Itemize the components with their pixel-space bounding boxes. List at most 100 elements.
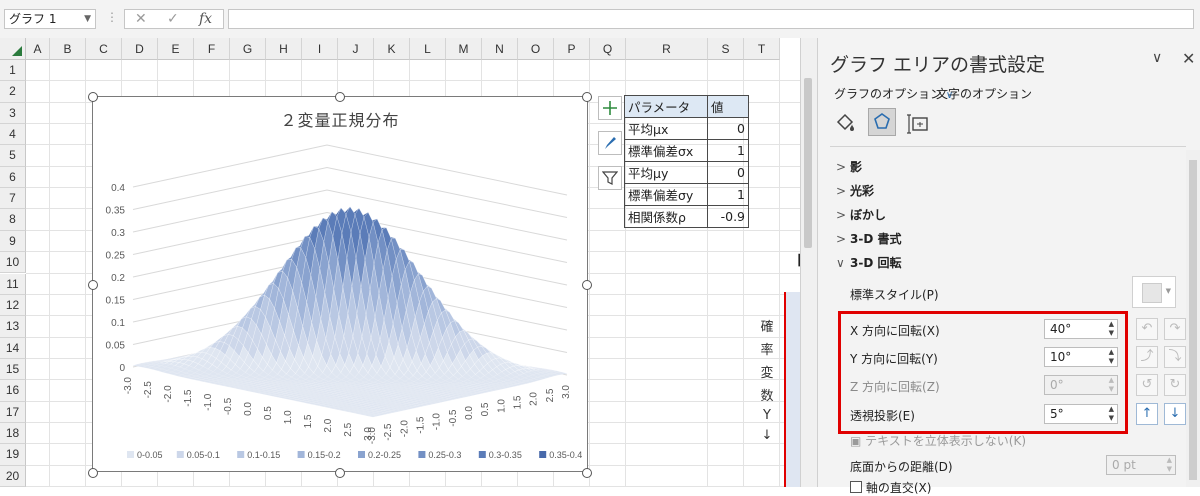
row-header[interactable]: 4 (0, 124, 26, 145)
resize-handle[interactable] (88, 468, 98, 478)
size-properties-tab[interactable] (906, 110, 932, 136)
table-cell[interactable]: 相関係数ρ (625, 206, 708, 228)
table-cell[interactable]: 標準偏差σy (625, 184, 708, 206)
table-cell[interactable]: 平均μx (625, 118, 708, 140)
resize-handle[interactable] (582, 280, 592, 290)
scrollbar-thumb[interactable] (1189, 160, 1197, 480)
table-cell[interactable]: 平均μy (625, 162, 708, 184)
column-header[interactable]: D (122, 38, 158, 60)
chart-styles-button[interactable] (598, 131, 622, 155)
vertical-scrollbar[interactable] (800, 38, 817, 487)
effects-tab[interactable] (868, 108, 896, 136)
row-header[interactable]: 2 (0, 81, 26, 102)
column-header[interactable]: N (482, 38, 518, 60)
column-header[interactable]: F (194, 38, 230, 60)
column-header[interactable]: H (266, 38, 302, 60)
row-header[interactable]: 14 (0, 338, 26, 359)
row-header[interactable]: 8 (0, 209, 26, 230)
chevron-down-icon[interactable]: ∨ (1152, 50, 1162, 66)
column-header[interactable]: J (338, 38, 374, 60)
perspective-increase-icon[interactable]: ↑ (1136, 403, 1158, 425)
row-header[interactable]: 19 (0, 444, 26, 465)
column-header[interactable]: C (86, 38, 122, 60)
column-header[interactable]: E (158, 38, 194, 60)
table-cell[interactable]: 1 (708, 184, 749, 206)
cancel-icon[interactable]: ✕ (135, 11, 147, 27)
row-header[interactable]: 1 (0, 60, 26, 81)
row-header[interactable]: 20 (0, 466, 26, 487)
enter-icon[interactable]: ✓ (167, 11, 179, 27)
row-header[interactable]: 17 (0, 402, 26, 423)
preset-dropdown[interactable]: ▼ (1132, 276, 1176, 308)
chart-filters-button[interactable] (598, 166, 622, 190)
surface-plot[interactable]: 0.40.350.30.250.20.150.10.050-3.0-2.5-2.… (93, 97, 587, 471)
table-cell[interactable]: 0 (708, 162, 749, 184)
chart-elements-button[interactable] (598, 96, 622, 120)
resize-handle[interactable] (88, 92, 98, 102)
table-header[interactable]: パラメータ (625, 96, 708, 118)
section-soft-edges[interactable]: >ぼかし (836, 206, 886, 223)
close-icon[interactable]: ✕ (1182, 49, 1195, 68)
legend-swatch (298, 451, 305, 458)
resize-handle[interactable] (335, 92, 345, 102)
table-cell[interactable]: 0 (708, 118, 749, 140)
table-cell[interactable]: 1 (708, 140, 749, 162)
chart-area[interactable]: ２変量正規分布 0.40.350.30.250.20.150.10.050-3.… (92, 96, 588, 472)
distance-value: 0 pt (1112, 458, 1136, 472)
fill-line-tab[interactable] (832, 110, 858, 136)
table-cell[interactable]: 標準偏差σx (625, 140, 708, 162)
column-header[interactable]: Q (590, 38, 626, 60)
resize-handle[interactable] (582, 92, 592, 102)
chevron-down-icon[interactable]: ▼ (84, 10, 91, 28)
name-box[interactable]: グラフ 1 ▼ (4, 9, 96, 29)
resize-handle[interactable] (88, 280, 98, 290)
row-header[interactable]: 16 (0, 380, 26, 401)
row-header[interactable]: 10 (0, 252, 26, 273)
row-header[interactable]: 15 (0, 359, 26, 380)
column-header[interactable]: P (554, 38, 590, 60)
resize-handle[interactable] (335, 468, 345, 478)
column-header[interactable]: B (50, 38, 86, 60)
section-3d-rotation[interactable]: ∨3-D 回転 (836, 254, 901, 271)
section-3d-format[interactable]: >3-D 書式 (836, 230, 901, 247)
column-header[interactable]: I (302, 38, 338, 60)
row-header[interactable]: 7 (0, 188, 26, 209)
column-header[interactable]: A (26, 38, 50, 60)
select-all-corner[interactable] (0, 38, 26, 60)
axis-checkbox[interactable]: 軸の直交(X) (850, 479, 931, 496)
x-tick-label: -1.5 (183, 389, 194, 407)
vertical-label-char: 数 (760, 385, 774, 404)
column-header[interactable]: O (518, 38, 554, 60)
row-header[interactable]: 13 (0, 316, 26, 337)
row-header[interactable]: 5 (0, 145, 26, 166)
pane-scrollbar[interactable] (1186, 150, 1200, 487)
resize-handle[interactable] (582, 468, 592, 478)
perspective-decrease-icon[interactable]: ↓ (1164, 403, 1186, 425)
function-icon[interactable]: fx (199, 11, 212, 27)
formula-buttons: ✕ ✓ fx (124, 9, 224, 29)
section-glow[interactable]: >光彩 (836, 182, 874, 199)
formula-input[interactable] (228, 9, 1194, 29)
row-header[interactable]: 11 (0, 274, 26, 295)
table-header[interactable]: 値 (708, 96, 749, 118)
row-header[interactable]: 3 (0, 103, 26, 124)
row-header[interactable]: 9 (0, 231, 26, 252)
row-header[interactable]: 12 (0, 295, 26, 316)
vertical-label-char: ↓ (760, 428, 774, 443)
checkbox-box[interactable] (850, 481, 862, 493)
column-header[interactable]: R (626, 38, 708, 60)
tab-text-options[interactable]: 文字のオプション (936, 85, 1032, 102)
column-header[interactable]: S (708, 38, 744, 60)
legend-swatch (479, 451, 486, 458)
formula-bar: グラフ 1 ▼ ⋮ ✕ ✓ fx (0, 0, 1200, 39)
column-header[interactable]: K (374, 38, 410, 60)
column-header[interactable]: M (446, 38, 482, 60)
scrollbar-thumb[interactable] (804, 78, 812, 248)
row-header[interactable]: 6 (0, 167, 26, 188)
column-header[interactable]: G (230, 38, 266, 60)
table-cell[interactable]: -0.9 (708, 206, 749, 228)
row-header[interactable]: 18 (0, 423, 26, 444)
section-shadow[interactable]: >影 (836, 158, 862, 175)
column-header[interactable]: L (410, 38, 446, 60)
column-header[interactable]: T (744, 38, 780, 60)
